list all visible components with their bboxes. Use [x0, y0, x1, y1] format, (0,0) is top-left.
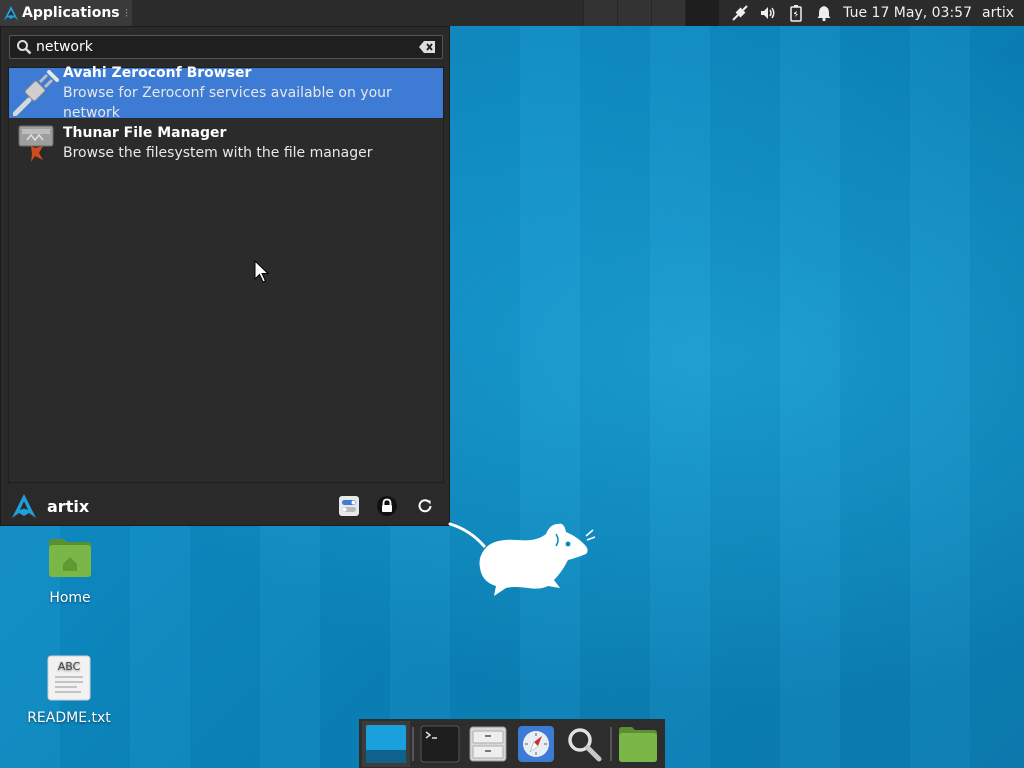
result-description: Browse for Zeroconf services available o…: [63, 84, 392, 121]
search-input[interactable]: [36, 39, 418, 55]
desktop-icon-label: Home: [49, 590, 91, 606]
search-icon: [568, 727, 602, 761]
restart-icon: [418, 499, 432, 513]
applications-label: Applications: [22, 5, 120, 21]
workspace-4[interactable]: [685, 0, 720, 26]
clear-search-icon[interactable]: [418, 40, 436, 54]
show-desktop-icon: [366, 724, 406, 763]
result-description: Browse the filesystem with the file mana…: [63, 144, 373, 161]
dock-separator: [412, 726, 414, 761]
applications-menu-button[interactable]: Applications ⁝: [0, 0, 133, 26]
dock-folder[interactable]: [614, 721, 662, 767]
result-title: Thunar File Manager: [63, 124, 227, 141]
volume-icon[interactable]: [759, 4, 777, 22]
user-avatar-artix-logo-icon: [12, 494, 36, 518]
user-menu[interactable]: artix: [982, 5, 1016, 21]
system-tray: Tue 17 May, 03:57 artix: [719, 0, 1024, 26]
workspace-1[interactable]: [583, 0, 618, 26]
result-title: Avahi Zeroconf Browser: [63, 64, 252, 81]
dock-file-manager[interactable]: [464, 721, 512, 767]
application-menu: Avahi Zeroconf Browser Browse for Zeroco…: [0, 26, 450, 526]
home-folder-icon: [49, 539, 91, 577]
result-avahi-zeroconf-browser[interactable]: Avahi Zeroconf Browser Browse for Zeroco…: [9, 65, 443, 121]
desktop-icon-home[interactable]: Home: [25, 534, 115, 606]
search-icon: [17, 40, 32, 55]
notification-bell-icon[interactable]: [815, 4, 833, 22]
lock-screen-button[interactable]: [373, 492, 401, 520]
menu-footer: artix: [1, 487, 449, 525]
settings-manager-button[interactable]: [335, 492, 363, 520]
terminal-icon: [420, 725, 460, 762]
dock: [359, 719, 665, 768]
text-file-icon: ABC: [47, 655, 91, 701]
file-preview-text: ABC: [58, 660, 81, 673]
network-wired-icon[interactable]: [731, 4, 749, 22]
folder-icon: [619, 726, 657, 762]
artix-logo-icon: [4, 6, 18, 20]
settings-toggle-icon: [339, 496, 359, 516]
workspace-2[interactable]: [617, 0, 652, 26]
dock-search[interactable]: [560, 721, 608, 767]
search-box: [9, 35, 443, 59]
desktop-icon-label: README.txt: [27, 710, 111, 726]
search-results: Avahi Zeroconf Browser Browse for Zeroco…: [8, 65, 444, 483]
log-out-button[interactable]: [411, 492, 439, 520]
workspace-3[interactable]: [651, 0, 686, 26]
lock-icon: [377, 496, 397, 516]
dock-terminal[interactable]: [416, 721, 464, 767]
top-panel: Applications ⁝ Tue 17 May, 03:57 artix: [0, 0, 1024, 26]
desktop-icon-readme[interactable]: ABC README.txt: [24, 654, 114, 726]
result-thunar-file-manager[interactable]: Thunar File Manager Browse the filesyste…: [9, 118, 443, 168]
xfce-mouse-mascot-icon: [448, 522, 596, 596]
web-browser-icon: [518, 725, 554, 762]
mouse-cursor-icon: [254, 260, 270, 283]
menu-username: artix: [47, 496, 90, 516]
battery-icon[interactable]: [787, 4, 805, 22]
network-plug-icon: [13, 70, 59, 116]
dock-show-desktop[interactable]: [362, 720, 410, 767]
clock[interactable]: Tue 17 May, 03:57: [843, 5, 972, 21]
dock-separator: [610, 726, 612, 761]
file-manager-icon: [469, 726, 507, 761]
workspace-switcher: [583, 0, 720, 26]
dock-web-browser[interactable]: [512, 721, 560, 767]
panel-handle-icon: ⁝: [124, 6, 129, 20]
file-manager-icon: [18, 125, 54, 162]
